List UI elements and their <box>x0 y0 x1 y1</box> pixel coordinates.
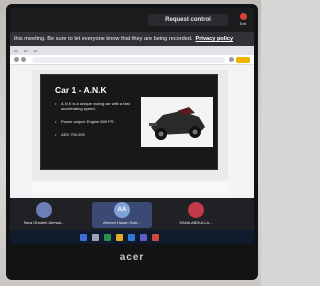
browser-toolbar <box>10 55 254 65</box>
slide-bullet: A.N.K is a unique racing car with a fast… <box>55 101 139 111</box>
slide-bullet: AED 700,000 <box>55 132 139 137</box>
forward-icon[interactable] <box>21 57 26 62</box>
exit-button[interactable]: Exit <box>234 12 252 28</box>
laptop-bezel: Request control Exit this meeting. Be su… <box>6 4 258 280</box>
edge-icon[interactable] <box>128 233 135 241</box>
search-icon[interactable] <box>92 233 99 241</box>
participant-strip: Sara Ghadeir Ahmad... AA Ahmed Hasan Sal… <box>10 198 254 230</box>
race-car-image <box>141 97 213 147</box>
participant-name: Ahmed Hasan Sale... <box>103 220 141 225</box>
avatar <box>36 202 52 218</box>
recording-notice-bar: this meeting. Be sure to let everyone kn… <box>10 32 254 46</box>
participant-tile[interactable]: SANA ABDULLA... <box>166 202 226 228</box>
browser-tab-bar: ▭ ▭ ▭ <box>10 46 254 55</box>
privacy-policy-link[interactable]: Privacy policy <box>195 36 233 42</box>
avatar: AA <box>114 202 130 218</box>
slide-bullet: Power output: Engine 800 PS <box>55 119 139 124</box>
app-icon[interactable] <box>104 233 111 241</box>
windows-taskbar <box>10 230 254 244</box>
participant-tile[interactable]: Sara Ghadeir Ahmad... <box>14 202 74 228</box>
exit-icon <box>239 13 247 20</box>
exit-label: Exit <box>239 21 247 26</box>
laptop-screen: Request control Exit this meeting. Be su… <box>10 8 254 244</box>
speaker-notes-area[interactable] <box>32 182 228 194</box>
slide-title: Car 1 - A.N.K <box>55 85 107 95</box>
share-button[interactable] <box>236 56 250 63</box>
avatar <box>188 202 204 218</box>
recording-notice-text: this meeting. Be sure to let everyone kn… <box>14 36 193 42</box>
address-bar[interactable] <box>32 56 225 63</box>
browser-tab[interactable]: ▭ <box>24 48 28 53</box>
participant-tile[interactable]: AA Ahmed Hasan Sale... <box>92 202 152 228</box>
slide-bullet-list: A.N.K is a unique racing car with a fast… <box>55 101 139 145</box>
folder-icon[interactable] <box>116 233 123 241</box>
app-icon[interactable] <box>152 233 159 241</box>
slide-canvas: Car 1 - A.N.K A.N.K is a unique racing c… <box>32 70 228 180</box>
browser-tab[interactable]: ▭ <box>34 48 38 53</box>
participant-name: Sara Ghadeir Ahmad... <box>23 220 65 225</box>
menu-icon[interactable] <box>229 57 234 62</box>
teams-icon[interactable] <box>140 233 147 241</box>
back-icon[interactable] <box>14 57 19 62</box>
start-icon[interactable] <box>80 233 87 241</box>
laptop-brand-logo: acer <box>119 252 145 263</box>
participant-name: SANA ABDULLA... <box>179 220 213 225</box>
shared-browser-window: ▭ ▭ ▭ Car 1 - A.N.K A.N.K is a unique ra… <box>10 46 254 198</box>
browser-tab[interactable]: ▭ <box>14 48 18 53</box>
request-control-button[interactable]: Request control <box>148 14 228 26</box>
presentation-slide: Car 1 - A.N.K A.N.K is a unique racing c… <box>40 74 218 170</box>
